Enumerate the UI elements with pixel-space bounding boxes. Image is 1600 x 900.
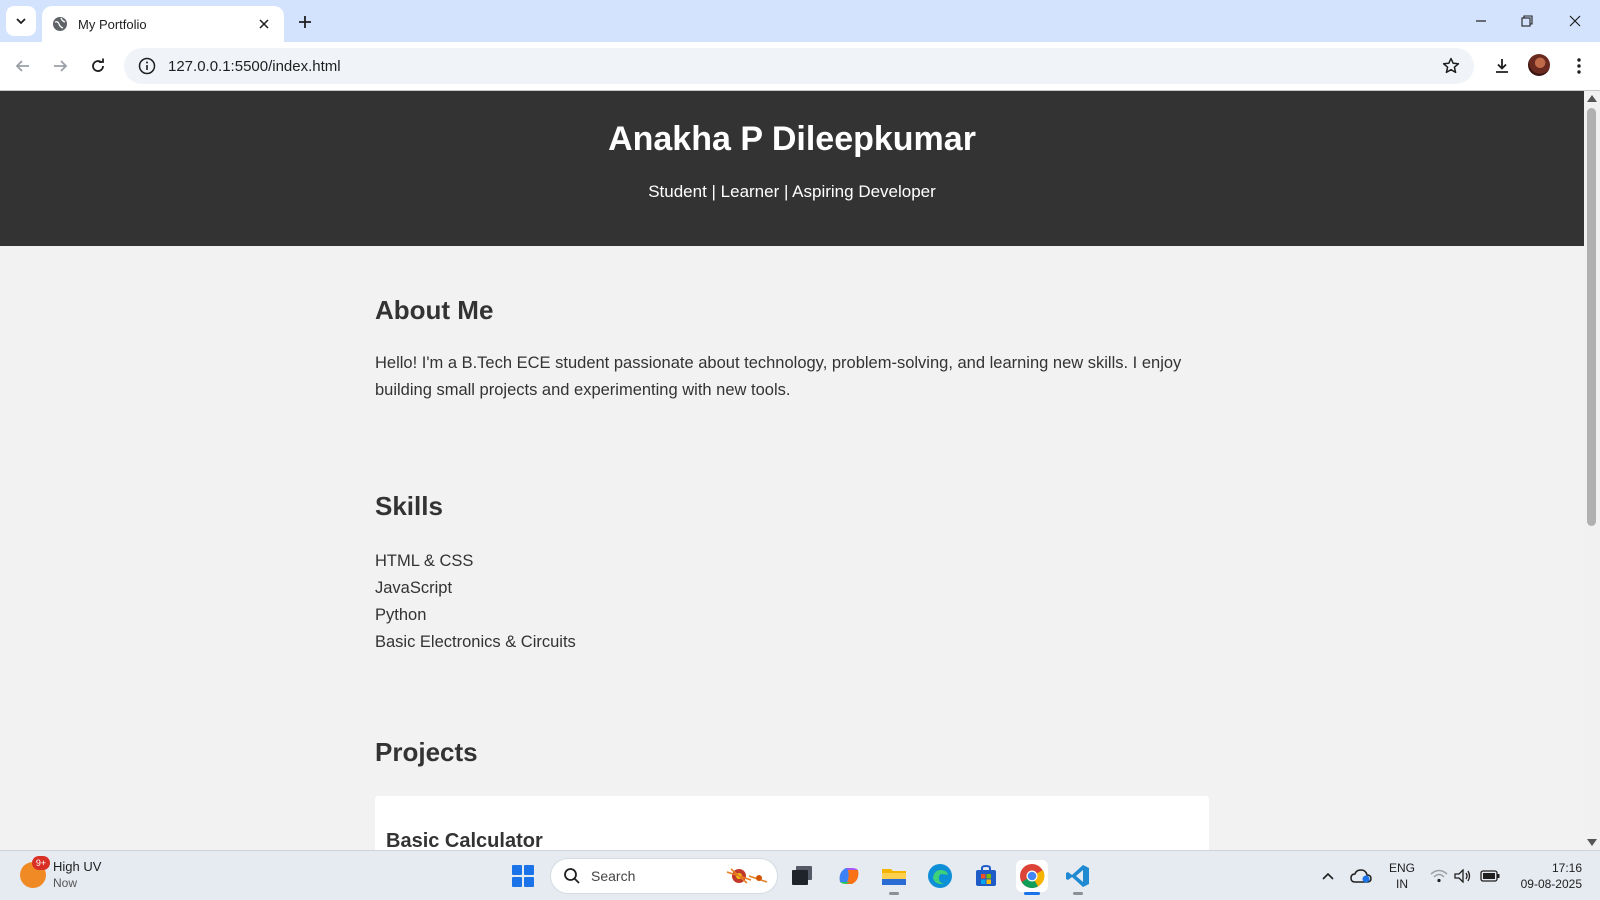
file-explorer-button[interactable] [878,860,910,895]
about-title: About Me [375,295,494,325]
address-bar[interactable]: 127.0.0.1:5500/index.html [124,48,1474,84]
scroll-up-arrow-icon[interactable] [1587,95,1597,102]
restore-button[interactable] [1512,8,1542,34]
url-text[interactable]: 127.0.0.1:5500/index.html [168,58,1436,75]
vscode-button[interactable] [1062,860,1094,895]
folder-icon [882,869,906,885]
volume-button[interactable] [1452,851,1474,900]
battery-icon [1480,870,1500,882]
language-indicator[interactable]: ENG IN [1386,860,1418,892]
skills-title: Skills [375,491,443,521]
windows-logo-icon [512,865,522,875]
search-placeholder: Search [591,868,636,884]
edge-button[interactable] [924,860,956,892]
back-button[interactable] [8,51,38,81]
bookmark-star-icon[interactable] [1436,51,1466,81]
site-info-icon[interactable] [138,57,156,75]
chrome-icon [1020,864,1045,889]
store-bag-icon [976,864,996,886]
site-name: Anakha P Dileepkumar [608,120,976,158]
about-section: About Me Hello! I'm a B.Tech ECE student… [375,294,1209,404]
browser-toolbar: 127.0.0.1:5500/index.html [0,42,1600,90]
copilot-button[interactable] [833,860,865,892]
forward-button[interactable] [45,51,75,81]
start-button[interactable] [508,861,538,891]
wifi-icon [1430,869,1448,883]
chrome-button[interactable] [1016,860,1048,895]
site-tagline: Student | Learner | Aspiring Developer [648,182,936,201]
task-view-icon [792,866,812,885]
profile-avatar[interactable] [1528,54,1550,76]
region-code: IN [1396,877,1408,891]
close-tab-icon[interactable] [254,14,274,34]
minimize-button[interactable] [1466,8,1496,34]
close-icon [1569,15,1581,27]
page-scrollbar[interactable] [1584,91,1600,850]
battery-button[interactable] [1478,851,1502,900]
onedrive-button[interactable] [1348,851,1374,900]
search-highlight-icon [725,866,769,886]
reload-button[interactable] [83,51,113,81]
arrow-left-icon [15,60,29,72]
page-viewport: Anakha P Dileepkumar Student | Learner |… [0,91,1584,850]
weather-title: High UV [53,859,102,874]
skill-item: Python [375,606,427,624]
restore-icon [1521,15,1533,27]
main-content: About Me Hello! I'm a B.Tech ECE student… [375,294,1209,850]
notification-badge: 9+ [32,856,50,870]
taskbar: 9+ High UV Now Search ENG IN 17:16 09-08… [0,850,1600,900]
taskbar-clock[interactable]: 17:16 09-08-2025 [1512,860,1582,892]
vscode-icon [1066,865,1089,887]
skills-section: Skills HTML & CSS JavaScript Python Basi… [375,490,1209,656]
scroll-down-arrow-icon[interactable] [1587,839,1597,846]
minimize-icon [1476,20,1486,22]
speaker-icon [1454,869,1471,883]
tab-my-portfolio[interactable]: My Portfolio [42,6,284,42]
task-view-button[interactable] [786,860,818,892]
store-button[interactable] [970,860,1002,892]
skill-item: HTML & CSS [375,552,474,570]
arrow-right-icon [54,60,68,72]
clock-date: 09-08-2025 [1520,877,1582,891]
show-hidden-icons-button[interactable] [1316,851,1340,900]
plus-icon [299,16,311,28]
active-indicator [1024,892,1040,895]
chevron-up-icon [1322,872,1334,880]
projects-title: Projects [375,737,478,767]
edge-browser-icon [928,864,952,888]
skill-item: JavaScript [375,579,453,597]
wifi-button[interactable] [1428,851,1450,900]
download-icon [1496,59,1508,73]
about-text: Hello! I'm a B.Tech ECE student passiona… [375,354,1182,399]
project-card: Basic Calculator [375,796,1209,850]
reload-icon [92,58,104,72]
weather-subtitle: Now [53,876,78,890]
uv-sun-icon: 9+ [20,856,50,888]
tab-search-button[interactable] [6,6,36,36]
search-icon [564,868,580,884]
skill-item: Basic Electronics & Circuits [375,633,576,651]
cloud-icon [1350,869,1372,883]
site-header: Anakha P Dileepkumar Student | Learner |… [0,91,1584,246]
close-window-button[interactable] [1560,8,1590,34]
globe-icon [52,16,68,32]
project-title: Basic Calculator [386,830,543,850]
clock-time: 17:16 [1551,861,1582,875]
projects-section: Projects Basic Calculator [375,736,1209,850]
tab-title: My Portfolio [78,16,147,32]
kebab-menu-icon [1577,58,1581,74]
taskbar-search[interactable]: Search [550,858,778,894]
running-indicator [889,892,899,895]
menu-button[interactable] [1564,51,1594,81]
copilot-icon [839,868,859,884]
skills-list: HTML & CSS JavaScript Python Basic Elect… [375,548,1209,656]
weather-widget[interactable]: 9+ High UV Now [20,856,102,891]
scroll-thumb[interactable] [1587,108,1596,526]
chevron-down-icon [16,18,26,25]
tab-strip: My Portfolio [0,0,1600,42]
new-tab-button[interactable] [292,9,318,35]
downloads-button[interactable] [1487,51,1517,81]
running-indicator [1073,892,1083,895]
language-code: ENG [1388,861,1415,875]
